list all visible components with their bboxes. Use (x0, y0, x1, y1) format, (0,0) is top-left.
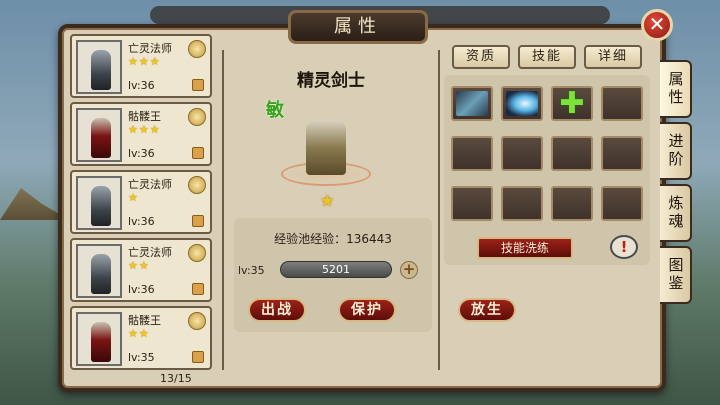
hero-name: 骷髅王 (128, 110, 161, 123)
lock-icon[interactable] (192, 147, 204, 159)
skill-slot[interactable] (601, 186, 643, 221)
skill-slot[interactable] (601, 136, 643, 171)
hero-portrait (76, 244, 122, 298)
medal-icon (188, 40, 206, 58)
axe-skill-icon (456, 91, 488, 116)
slash-skill-icon (506, 91, 538, 116)
medal-icon (188, 108, 206, 126)
medal-icon (188, 312, 206, 330)
info-icon[interactable]: ! (610, 235, 638, 259)
hero-stars: ★ (128, 191, 139, 204)
attribute-type-label: 敏 (266, 100, 284, 121)
skill-slot[interactable] (551, 136, 593, 171)
skill-slot[interactable] (601, 86, 643, 121)
add-exp-button[interactable]: + (400, 261, 418, 279)
hero-level: lv:35 (128, 351, 155, 364)
mage-figure-icon (91, 254, 111, 294)
mage-figure-icon (91, 186, 111, 226)
hero-stars: ★★★ (128, 55, 161, 68)
hero-card[interactable]: 亡灵法师 ★★ lv:36 (70, 238, 212, 302)
hero-stars: ★★★ (128, 123, 161, 136)
side-tab-codex[interactable]: 图鉴 (660, 246, 692, 304)
skeleton-king-figure-icon (91, 322, 111, 362)
window-title: 属性 (288, 10, 428, 44)
skill-reset-button[interactable]: 技能洗练 (477, 237, 573, 259)
hero-card[interactable]: 骷髅王 ★★ lv:35 (70, 306, 212, 370)
hero-portrait (76, 108, 122, 162)
mage-figure-icon (91, 50, 111, 90)
skeleton-king-figure-icon (91, 118, 111, 158)
close-icon[interactable]: ✕ (641, 9, 673, 41)
side-tab-soul-refine[interactable]: 炼魂 (660, 184, 692, 242)
lock-icon[interactable] (192, 351, 204, 363)
hero-card[interactable]: 骷髅王 ★★★ lv:36 (70, 102, 212, 166)
medal-icon (188, 176, 206, 194)
hero-level: lv:36 (128, 79, 155, 92)
hero-name: 亡灵法师 (128, 42, 172, 55)
tab-skills[interactable]: 技能 (518, 45, 576, 69)
protect-button[interactable]: 保护 (338, 298, 396, 322)
battle-button[interactable]: 出战 (248, 298, 306, 322)
hero-card[interactable]: 亡灵法师 ★ lv:36 (70, 170, 212, 234)
lock-icon[interactable] (192, 79, 204, 91)
character-star: ★ (320, 191, 335, 210)
tab-details[interactable]: 详细 (584, 45, 642, 69)
hero-stars: ★★ (128, 259, 150, 272)
lock-icon[interactable] (192, 215, 204, 227)
character-panel: 精灵剑士 敏 ★ 经验池经验：136443 lv:35 5201 + (226, 50, 436, 340)
hero-stars: ★★ (128, 327, 150, 340)
lock-icon[interactable] (192, 283, 204, 295)
character-name: 精灵剑士 (297, 71, 365, 91)
skill-slot[interactable] (501, 136, 543, 171)
skill-slot[interactable] (451, 186, 493, 221)
medal-icon (188, 244, 206, 262)
hero-level: lv:36 (128, 147, 155, 160)
hero-card-list[interactable]: 亡灵法师 ★★★ lv:36 骷髅王 ★★★ lv:36 亡灵法师 ★ lv:3… (70, 34, 216, 370)
page-count: 13/15 (160, 372, 192, 385)
hero-name: 亡灵法师 (128, 178, 172, 191)
hero-portrait (76, 40, 122, 94)
exp-pool-text: 经验池经验：136443 (274, 232, 392, 246)
hero-name: 亡灵法师 (128, 246, 172, 259)
add-skill-icon: ✚ (559, 86, 585, 121)
release-button[interactable]: 放生 (458, 298, 516, 322)
tab-aptitude[interactable]: 资质 (452, 45, 510, 69)
character-level: lv:35 (238, 264, 265, 277)
divider (438, 50, 440, 370)
hero-level: lv:36 (128, 283, 155, 296)
skill-slot[interactable] (451, 136, 493, 171)
hero-level: lv:36 (128, 215, 155, 228)
side-tab-advance[interactable]: 进阶 (660, 122, 692, 180)
hero-card[interactable]: 亡灵法师 ★★★ lv:36 (70, 34, 212, 98)
divider (222, 50, 224, 370)
skill-slot[interactable] (451, 86, 493, 121)
skill-slot[interactable] (551, 186, 593, 221)
elf-swordsman-sprite (306, 120, 346, 175)
hero-portrait (76, 312, 122, 366)
skill-slot[interactable] (501, 86, 543, 121)
side-tab-attributes[interactable]: 属性 (660, 60, 692, 118)
skill-slot[interactable]: ✚ (551, 86, 593, 121)
exp-bar: 5201 (280, 261, 392, 278)
skill-slot[interactable] (501, 186, 543, 221)
hero-name: 骷髅王 (128, 314, 161, 327)
hero-portrait (76, 176, 122, 230)
